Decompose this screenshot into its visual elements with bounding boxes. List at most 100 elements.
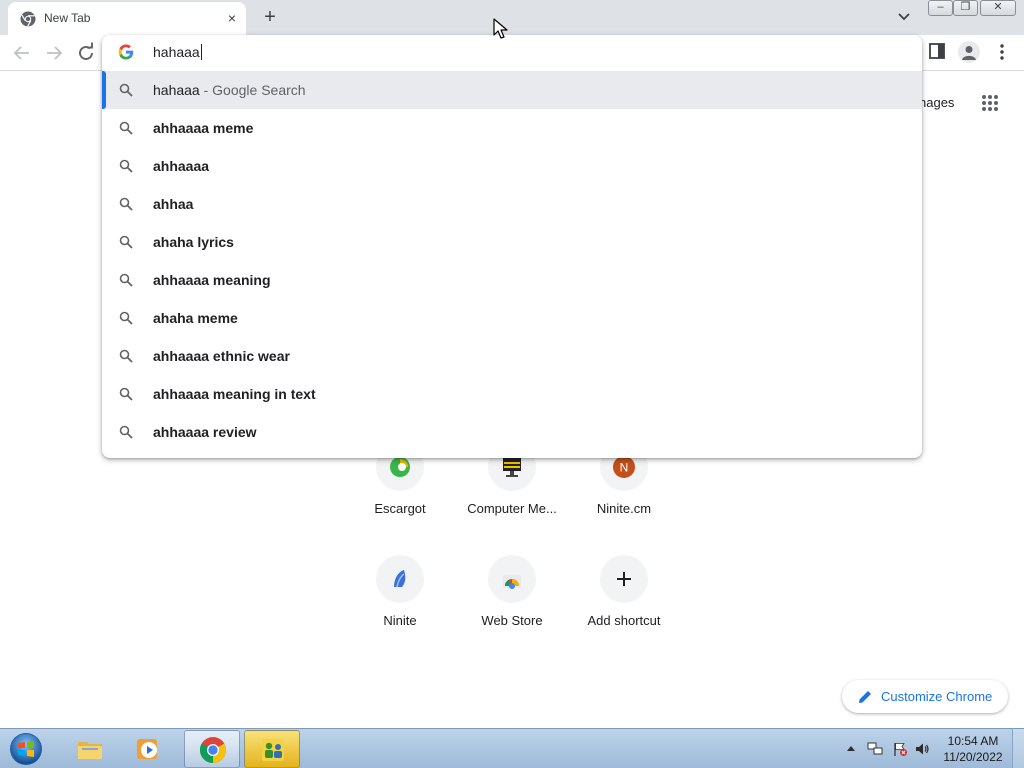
window-minimize-button[interactable]: – bbox=[928, 0, 953, 16]
suggestion-text: hahaaa - Google Search bbox=[153, 82, 306, 98]
taskbar-chrome[interactable] bbox=[184, 730, 240, 768]
volume-speaker-icon[interactable] bbox=[914, 741, 930, 757]
shortcut-label: Escargot bbox=[374, 501, 426, 516]
shortcut-icon-bg bbox=[488, 555, 536, 603]
suggestion-text: ahhaaaa meaning bbox=[153, 272, 271, 288]
new-tab-button[interactable]: + bbox=[258, 6, 282, 30]
suggestion-row[interactable]: hahaaa - Google Search bbox=[102, 71, 922, 109]
omnibox-dropdown: hahaaa hahaaa - Google Search ahhaaaa me… bbox=[102, 35, 922, 458]
show-hidden-icons-arrow-icon[interactable] bbox=[846, 744, 856, 752]
suggestion-row[interactable]: ahaha lyrics bbox=[102, 223, 922, 261]
shortcut-web-store[interactable]: Web Store bbox=[456, 555, 568, 655]
shortcut-label: Computer Me... bbox=[467, 501, 557, 516]
suggestion-row[interactable]: ahhaa bbox=[102, 185, 922, 223]
side-panel-icon[interactable] bbox=[928, 42, 946, 60]
network-people-icon bbox=[262, 739, 284, 761]
search-icon bbox=[119, 273, 133, 287]
windows-start-orb-icon[interactable] bbox=[6, 731, 46, 767]
taskbar-app-network[interactable] bbox=[244, 730, 300, 768]
shortcut-ninite-cm[interactable]: N Ninite.cm bbox=[568, 443, 680, 543]
suggestion-query: hahaaa bbox=[153, 82, 200, 98]
suggestion-text: ahhaaaa review bbox=[153, 424, 257, 440]
customize-chrome-button[interactable]: Customize Chrome bbox=[842, 680, 1008, 713]
google-apps-grid-icon[interactable] bbox=[981, 94, 999, 112]
folder-icon bbox=[78, 742, 102, 759]
omnibox-text: hahaaa bbox=[153, 44, 202, 60]
shortcut-computer-me[interactable]: Computer Me... bbox=[456, 443, 568, 543]
search-icon bbox=[119, 235, 133, 249]
network-tray-icon[interactable] bbox=[867, 741, 883, 757]
search-icon bbox=[119, 197, 133, 211]
tab-title: New Tab bbox=[44, 11, 91, 25]
suggestion-row[interactable]: ahhaaaa meaning in text bbox=[102, 375, 922, 413]
chrome-icon bbox=[199, 737, 227, 764]
escargot-icon bbox=[390, 457, 410, 477]
reload-icon[interactable] bbox=[74, 41, 98, 65]
windows-taskbar: 10:54 AM 11/20/2022 bbox=[0, 728, 1024, 768]
close-icon: ✕ bbox=[993, 1, 1003, 13]
suggestion-text: ahhaaaa bbox=[153, 158, 210, 174]
clock-time[interactable]: 10:54 AM bbox=[940, 734, 1006, 748]
search-icon bbox=[119, 425, 133, 439]
minimize-icon: – bbox=[937, 1, 944, 13]
action-center-flag-icon[interactable] bbox=[892, 741, 908, 757]
shortcut-label: Ninite.cm bbox=[596, 501, 652, 516]
plus-icon bbox=[617, 572, 631, 586]
shortcut-icon-bg bbox=[600, 555, 648, 603]
search-icon bbox=[119, 83, 133, 97]
maximize-icon: ❐ bbox=[960, 1, 971, 13]
shortcut-label: Ninite bbox=[383, 613, 417, 628]
search-icon bbox=[119, 387, 133, 401]
computer-icon bbox=[503, 458, 521, 477]
suggestion-text: ahhaaaa meme bbox=[153, 120, 254, 136]
ninite-icon bbox=[394, 570, 406, 588]
suggestion-text: ahaha meme bbox=[153, 310, 238, 326]
search-icon bbox=[119, 121, 133, 135]
show-desktop-button[interactable] bbox=[1012, 729, 1024, 768]
omnibox-value: hahaaa bbox=[153, 44, 200, 60]
person-icon bbox=[962, 46, 976, 60]
suggestion-row[interactable]: ahaha meme bbox=[102, 299, 922, 337]
omnibox-input[interactable]: hahaaa bbox=[102, 35, 922, 71]
web-store-icon bbox=[503, 575, 521, 589]
add-shortcut-button[interactable]: Add shortcut bbox=[568, 555, 680, 655]
taskbar-file-explorer[interactable] bbox=[62, 730, 118, 768]
shortcut-label: Web Store bbox=[481, 613, 543, 628]
suggestion-text: ahaha lyrics bbox=[153, 234, 234, 250]
tab-strip: New Tab × + – ❐ ✕ bbox=[0, 0, 1024, 35]
search-icon bbox=[119, 349, 133, 363]
tab-close-icon[interactable]: × bbox=[224, 10, 240, 26]
search-icon bbox=[119, 159, 133, 173]
window-close-button[interactable]: ✕ bbox=[980, 0, 1016, 16]
profile-avatar-button[interactable] bbox=[958, 41, 980, 63]
suggestion-row[interactable]: ahhaaaa ethnic wear bbox=[102, 337, 922, 375]
ninite-letter: N bbox=[620, 461, 629, 475]
suggestion-text: ahhaaaa meaning in text bbox=[153, 386, 316, 402]
text-caret bbox=[200, 44, 202, 60]
window-maximize-button[interactable]: ❐ bbox=[953, 0, 978, 16]
suggestion-row[interactable]: ahhaaaa meme bbox=[102, 109, 922, 147]
images-link[interactable]: nages bbox=[919, 95, 954, 110]
clock-date[interactable]: 11/20/2022 bbox=[940, 750, 1006, 764]
shortcut-label: Add shortcut bbox=[587, 613, 661, 628]
suggestion-row[interactable]: ahhaaaa bbox=[102, 147, 922, 185]
tab-new-tab[interactable]: New Tab × bbox=[8, 2, 246, 35]
shortcut-escargot[interactable]: Escargot bbox=[344, 443, 456, 543]
shortcut-ninite[interactable]: Ninite bbox=[344, 555, 456, 655]
suggestion-row[interactable]: ahhaaaa review bbox=[102, 413, 922, 451]
ninite-n-icon: N bbox=[613, 456, 635, 478]
google-g-icon bbox=[118, 44, 134, 60]
taskbar-media-player[interactable] bbox=[120, 730, 176, 768]
mouse-pointer-icon bbox=[493, 18, 508, 39]
suggestion-row[interactable]: ahhaaaa meaning bbox=[102, 261, 922, 299]
search-icon bbox=[119, 311, 133, 325]
back-arrow-icon[interactable] bbox=[10, 41, 34, 65]
chrome-favicon-icon bbox=[20, 11, 36, 27]
tab-search-chevron-icon[interactable] bbox=[895, 9, 913, 25]
suggestion-text: ahhaaaa ethnic wear bbox=[153, 348, 290, 364]
forward-arrow-icon[interactable] bbox=[42, 41, 66, 65]
customize-chrome-label: Customize Chrome bbox=[881, 689, 993, 704]
media-player-icon bbox=[137, 739, 157, 759]
kebab-menu-icon[interactable] bbox=[994, 42, 1010, 62]
pencil-icon bbox=[859, 691, 871, 703]
